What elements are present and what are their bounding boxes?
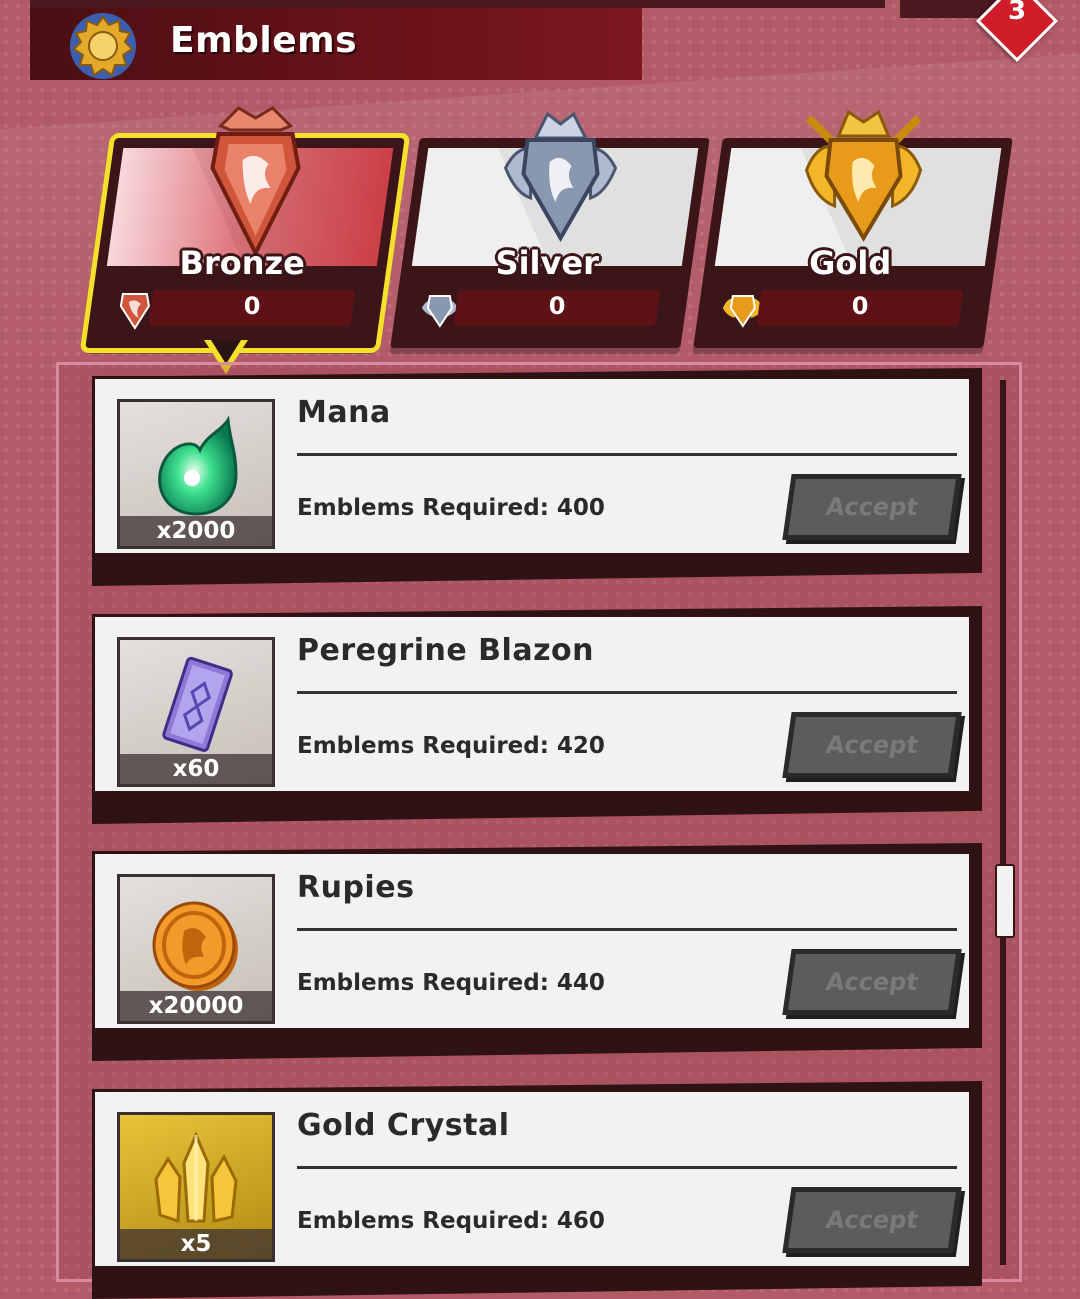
reward-card: x5 Gold Crystal Emblems Required: 460 Ac… — [92, 1089, 972, 1269]
reward-divider — [297, 453, 957, 456]
accept-button[interactable]: Accept — [782, 1187, 962, 1253]
reward-divider — [297, 1166, 957, 1169]
tier-count: 0 — [243, 292, 261, 320]
accept-button[interactable]: Accept — [782, 474, 962, 540]
silver-emblem-icon — [503, 111, 618, 242]
tier-count: 0 — [851, 292, 869, 320]
top-strip — [30, 0, 885, 8]
reward-item-box: x20000 — [117, 874, 275, 1024]
notification-count: 3 — [1007, 0, 1027, 26]
reward-requirement: Emblems Required: 420 — [297, 733, 605, 759]
reward-divider — [297, 928, 957, 931]
reward-row: x2000 Mana Emblems Required: 400 Accept — [88, 368, 982, 586]
tier-label: Bronze — [179, 244, 305, 282]
reward-item-box: x5 — [117, 1112, 275, 1262]
reward-requirement: Emblems Required: 400 — [297, 495, 605, 521]
reward-requirement: Emblems Required: 460 — [297, 1208, 605, 1234]
gold-crystal-icon — [154, 1131, 238, 1224]
reward-quantity: x60 — [120, 754, 272, 784]
gold-emblem-icon — [804, 109, 923, 242]
scrollbar-track[interactable] — [1000, 380, 1006, 1265]
reward-name: Rupies — [297, 870, 415, 905]
mana-orb-icon — [158, 416, 238, 516]
blazon-card-icon — [162, 656, 233, 752]
tier-label: Silver — [495, 244, 599, 282]
reward-name: Peregrine Blazon — [297, 633, 594, 668]
reward-quantity: x2000 — [120, 516, 272, 546]
header-bar: Emblems — [30, 8, 642, 80]
reward-card: x60 Peregrine Blazon Emblems Required: 4… — [92, 614, 972, 794]
tier-label: Gold — [809, 244, 892, 282]
accept-button[interactable]: Accept — [782, 949, 962, 1015]
accept-button[interactable]: Accept — [782, 712, 962, 778]
reward-row: x60 Peregrine Blazon Emblems Required: 4… — [88, 606, 982, 824]
tier-count: 0 — [548, 292, 566, 320]
page-title: Emblems — [170, 20, 358, 61]
active-tier-pointer-inner — [211, 340, 241, 364]
reward-quantity: x5 — [120, 1229, 272, 1259]
reward-quantity: x20000 — [120, 991, 272, 1021]
reward-divider — [297, 691, 957, 694]
tier-tab-gold[interactable]: Gold 0 — [693, 109, 1013, 348]
reward-name: Mana — [297, 395, 391, 430]
reward-requirement: Emblems Required: 440 — [297, 970, 605, 996]
reward-card: x20000 Rupies Emblems Required: 440 Acce… — [92, 851, 972, 1031]
reward-item-box: x2000 — [117, 399, 275, 549]
reward-item-box: x60 — [117, 637, 275, 787]
reward-card: x2000 Mana Emblems Required: 400 Accept — [92, 376, 972, 556]
reward-row: x5 Gold Crystal Emblems Required: 460 Ac… — [88, 1081, 982, 1299]
reward-name: Gold Crystal — [297, 1108, 510, 1143]
tier-tab-bronze[interactable]: Bronze 0 — [79, 106, 411, 353]
emblem-gear-icon — [70, 13, 136, 79]
tier-tab-silver[interactable]: Silver 0 — [390, 111, 710, 348]
bronze-emblem-icon — [210, 106, 301, 258]
rupie-coin-icon — [152, 901, 238, 991]
reward-row: x20000 Rupies Emblems Required: 440 Acce… — [88, 843, 982, 1061]
scrollbar-thumb[interactable] — [995, 864, 1015, 938]
